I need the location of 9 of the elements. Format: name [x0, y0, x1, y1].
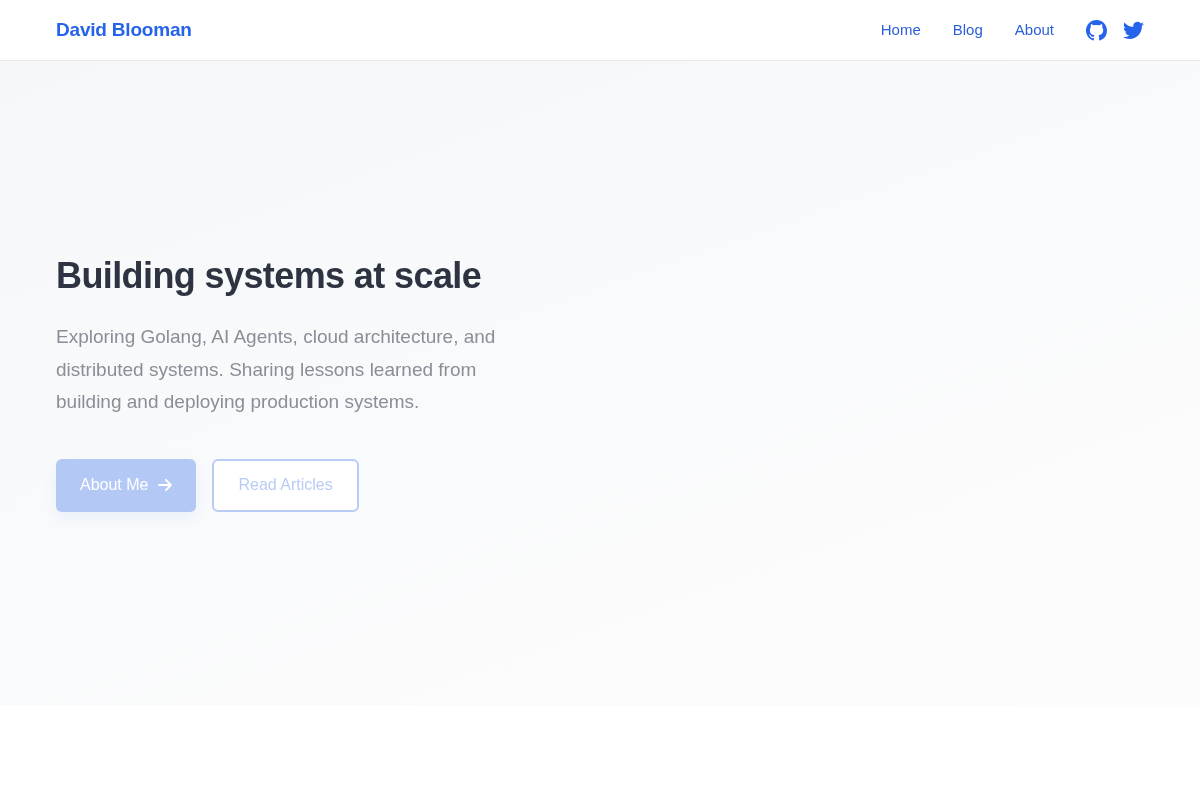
hero-heading: Building systems at scale — [56, 254, 482, 298]
hero-description: Exploring Golang, AI Agents, cloud architecture, and distributed systems. Sharing lessons learned from building and deploying production systems. — [56, 325, 497, 415]
nav-link[interactable]: About — [1014, 18, 1054, 42]
nav-link[interactable]: Blog — [952, 18, 983, 42]
brand-link[interactable]: David Blooman — [56, 15, 192, 45]
arrow-right-icon — [158, 479, 173, 492]
cat-icon[interactable] — [1086, 19, 1107, 41]
nav-link[interactable]: Home — [880, 18, 921, 42]
bird-icon[interactable] — [1123, 21, 1144, 39]
